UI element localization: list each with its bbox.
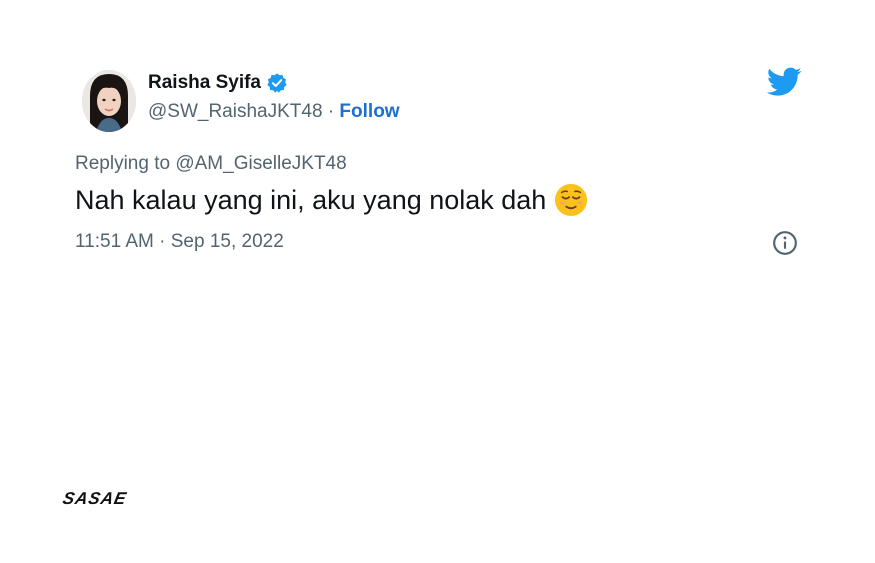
avatar-image (82, 70, 136, 132)
brand-watermark: SASAE (61, 489, 129, 508)
tweet-body: Nah kalau yang ini, aku yang nolak dah (75, 184, 547, 215)
avatar[interactable] (82, 70, 136, 132)
info-icon[interactable] (772, 230, 798, 256)
author-display-name[interactable]: Raisha Syifa (148, 72, 261, 94)
verified-badge-icon (266, 72, 288, 94)
author-handle[interactable]: @SW_RaishaJKT48 (148, 101, 323, 122)
twitter-bird-icon[interactable] (766, 66, 802, 98)
tweet-text: Nah kalau yang ini, aku yang nolak dah (75, 183, 588, 217)
relieved-face-emoji-icon (554, 183, 588, 217)
separator-dot: · (327, 101, 335, 122)
author-handle-row: @SW_RaishaJKT48 · Follow (148, 101, 400, 123)
author-name-row: Raisha Syifa (148, 72, 288, 94)
follow-button[interactable]: Follow (339, 101, 399, 122)
tweet-timestamp[interactable]: 11:51 AM · Sep 15, 2022 (75, 231, 284, 253)
reply-handle-link[interactable]: @AM_GiselleJKT48 (175, 153, 346, 174)
reply-prefix: Replying to (75, 153, 171, 174)
replying-to-line: Replying to @AM_GiselleJKT48 (75, 153, 347, 175)
tweet-embed-card: Raisha Syifa @SW_RaishaJKT48 · Follow Re… (0, 0, 875, 563)
